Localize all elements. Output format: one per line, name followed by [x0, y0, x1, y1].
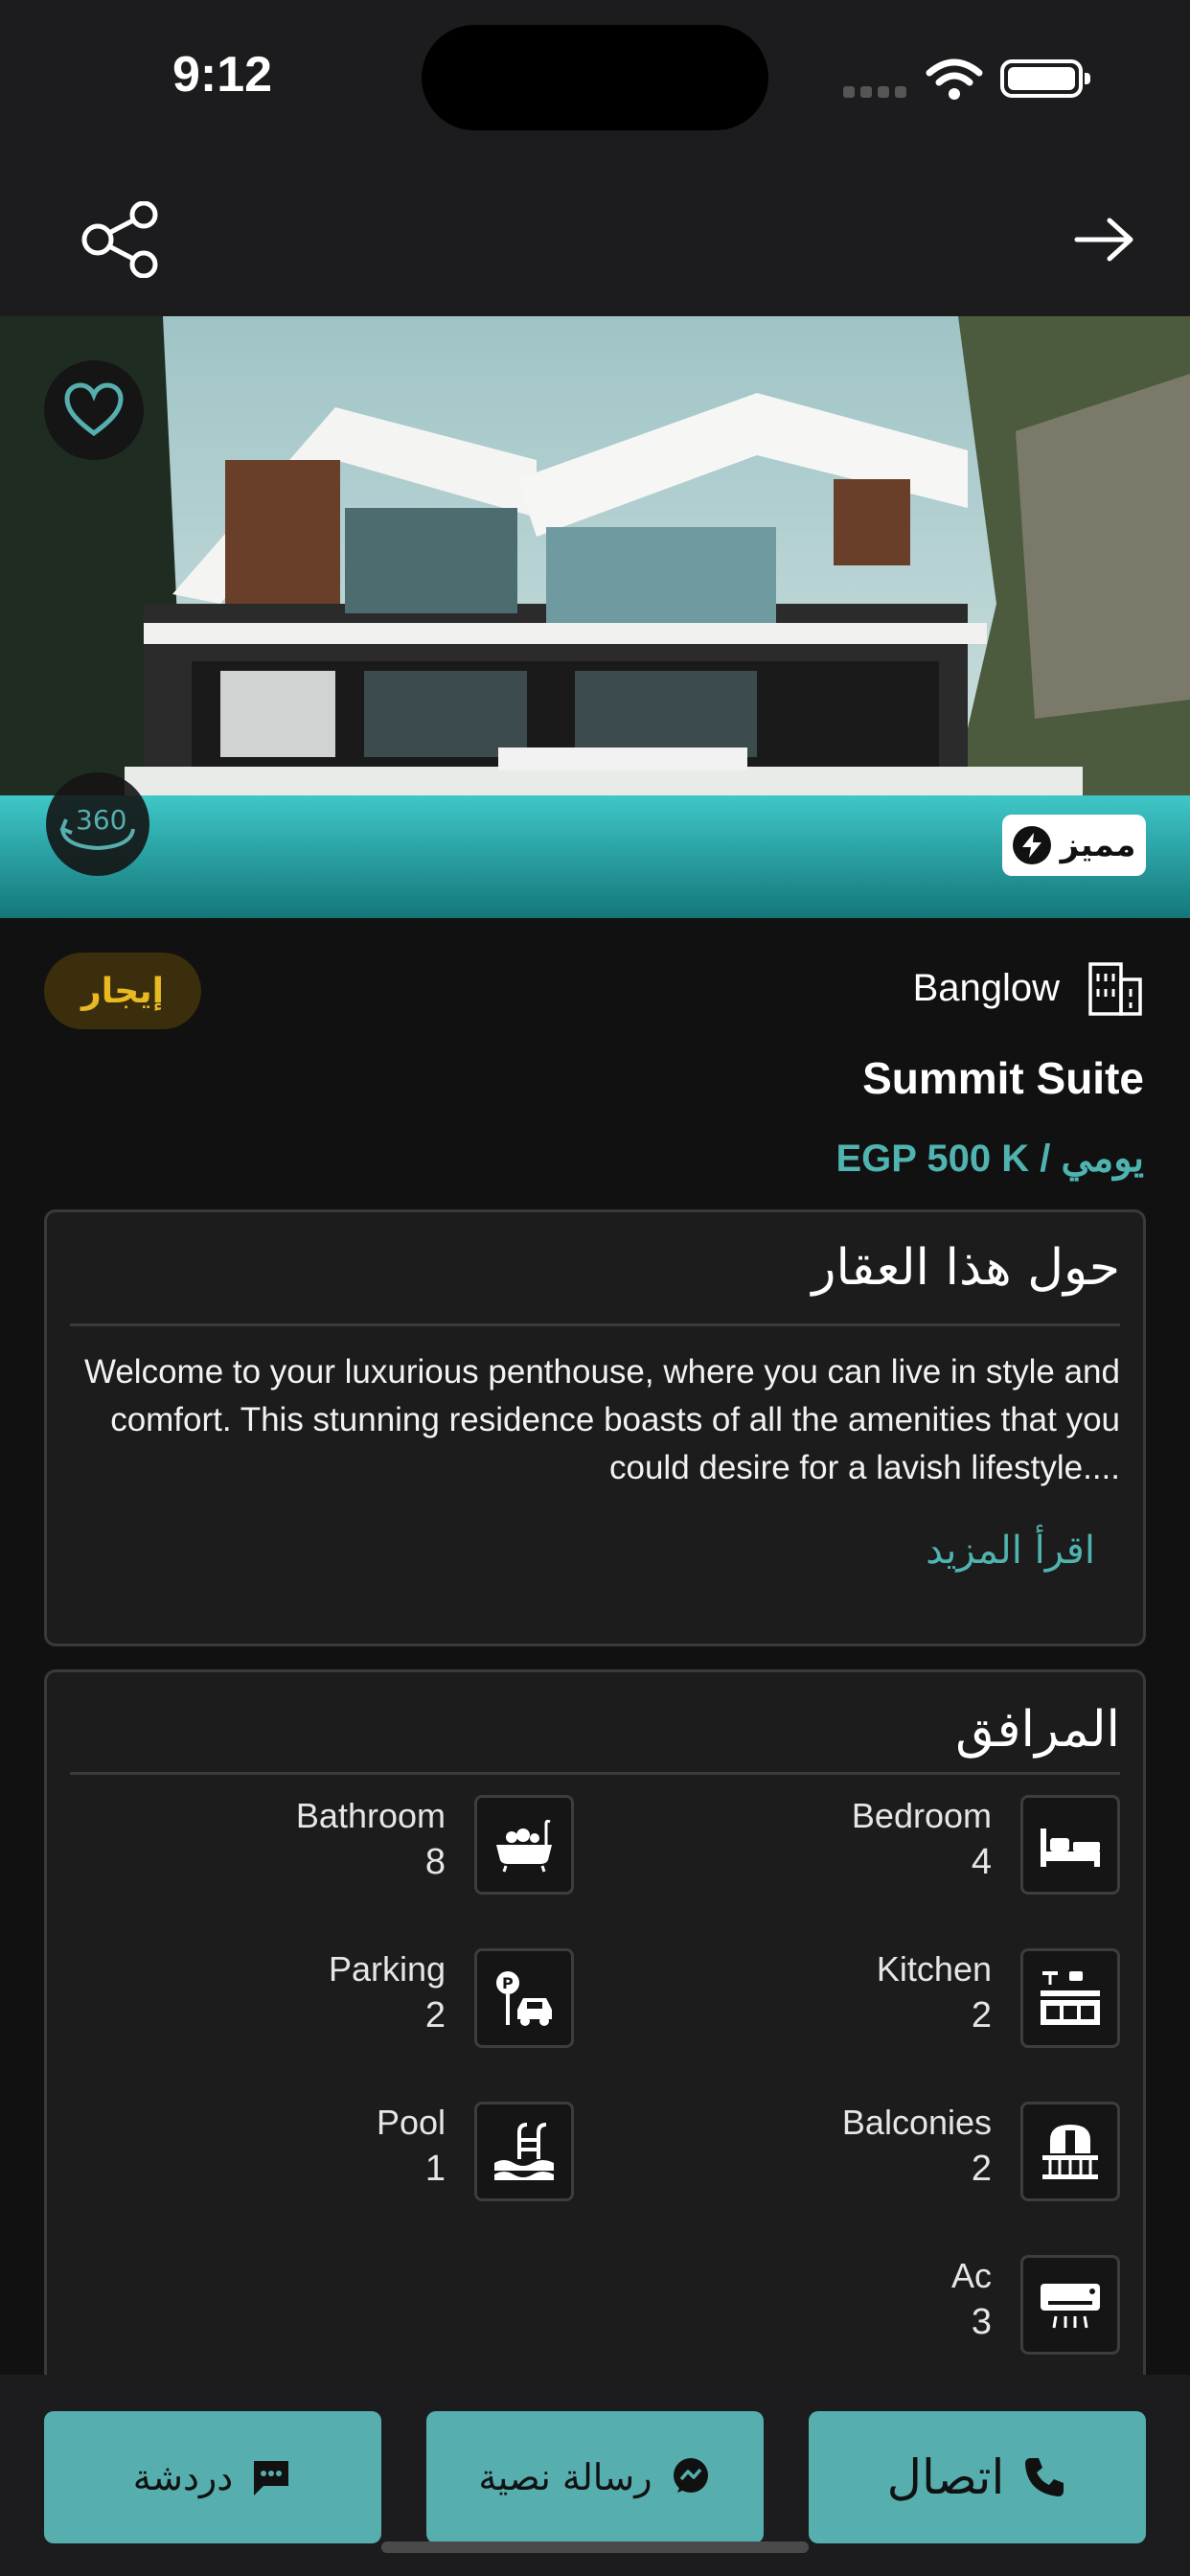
svg-text:P: P	[502, 1974, 514, 1992]
property-type: Banglow	[913, 958, 1144, 1018]
messenger-icon	[673, 2458, 708, 2493]
bottom-action-bar: دردشة رسالة نصية اتصال	[0, 2375, 1190, 2576]
sms-button[interactable]: رسالة نصية	[426, 2411, 764, 2543]
home-indicator	[381, 2542, 809, 2553]
amenity-kitchen: Kitchen 2	[877, 1948, 1120, 2048]
wifi-icon	[926, 58, 983, 100]
sms-label: رسالة نصية	[478, 2456, 652, 2498]
featured-badge: مميز	[1002, 815, 1146, 876]
dynamic-island	[422, 25, 768, 130]
chat-button[interactable]: دردشة	[44, 2411, 381, 2543]
parking-icon: P	[474, 1948, 574, 2048]
about-title: حول هذا العقار	[812, 1239, 1120, 1297]
property-price: EGP 500 K / يومي	[835, 1138, 1144, 1180]
divider	[70, 1772, 1120, 1775]
battery-icon	[1000, 59, 1090, 98]
property-type-label: Banglow	[912, 966, 1060, 1009]
property-title: Summit Suite	[862, 1053, 1144, 1103]
amenities-title: المرافق	[955, 1701, 1120, 1759]
cellular-signal-icon	[843, 86, 906, 98]
svg-text:360: 360	[76, 804, 126, 836]
bathtub-icon	[474, 1795, 574, 1895]
top-nav	[0, 163, 1190, 316]
heart-icon	[64, 382, 124, 437]
back-button[interactable]	[1067, 201, 1144, 278]
360-tour-button[interactable]: 360	[46, 772, 149, 876]
about-card: حول هذا العقار Welcome to your luxurious…	[44, 1209, 1146, 1646]
share-button[interactable]	[77, 200, 172, 279]
amenity-bathroom: Bathroom 8	[296, 1795, 574, 1895]
status-time: 9:12	[172, 47, 273, 103]
amenity-balconies: Balconies 2	[842, 2102, 1120, 2201]
offer-type-pill: إيجار	[44, 953, 201, 1029]
kitchen-icon	[1020, 1948, 1120, 2048]
arrow-right-icon	[1074, 218, 1133, 262]
chat-label: دردشة	[132, 2456, 234, 2498]
featured-label: مميز	[1060, 826, 1136, 864]
call-label: اتصال	[886, 2450, 1005, 2505]
call-button[interactable]: اتصال	[809, 2411, 1146, 2543]
balcony-icon	[1020, 2102, 1120, 2201]
divider	[70, 1323, 1120, 1326]
favorite-button[interactable]	[44, 360, 144, 460]
bed-icon	[1020, 1795, 1120, 1895]
360-view-icon: 360	[59, 804, 135, 851]
chat-bubble-icon	[254, 2461, 289, 2496]
amenity-bedroom: Bedroom 4	[852, 1795, 1120, 1895]
amenity-pool: Pool 1	[377, 2102, 574, 2201]
status-bar: 9:12	[0, 0, 1190, 163]
pool-icon	[474, 2102, 574, 2201]
about-description: Welcome to your luxurious penthouse, whe…	[83, 1353, 1120, 1486]
building-icon	[1088, 962, 1142, 1016]
bolt-icon	[1012, 826, 1051, 864]
phone-icon	[1025, 2458, 1064, 2496]
amenity-parking: Parking 2 P	[329, 1948, 574, 2048]
property-photo[interactable]: 360 مميز	[0, 316, 1190, 918]
amenity-ac: Ac 3	[951, 2255, 1120, 2355]
read-more-link[interactable]: اقرأ المزيد	[926, 1529, 1095, 1573]
share-icon	[81, 200, 158, 279]
air-conditioner-icon	[1020, 2255, 1120, 2355]
